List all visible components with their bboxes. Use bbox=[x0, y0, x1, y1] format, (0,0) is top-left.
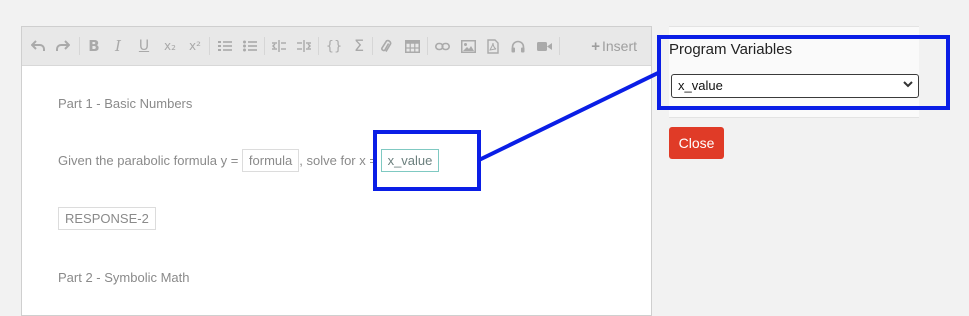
video-icon[interactable] bbox=[534, 36, 554, 56]
question-prefix: Given the parabolic formula y = bbox=[58, 153, 239, 168]
ordered-list-icon[interactable] bbox=[215, 36, 235, 56]
audio-icon[interactable] bbox=[508, 36, 528, 56]
part2-heading: Part 2 - Symbolic Math bbox=[58, 270, 190, 285]
insert-button[interactable]: + Insert bbox=[591, 38, 637, 55]
response-line: RESPONSE-2 bbox=[58, 207, 156, 230]
variable-select-value: x_value bbox=[678, 78, 723, 93]
close-button[interactable]: Close bbox=[669, 127, 724, 159]
variable-select[interactable]: x_value bbox=[671, 74, 919, 98]
italic-icon[interactable]: I bbox=[108, 36, 128, 56]
question-middle: , solve for x = bbox=[299, 153, 377, 168]
question-line: Given the parabolic formula y = formula,… bbox=[58, 149, 440, 172]
code-braces-icon[interactable]: {} bbox=[324, 36, 344, 56]
attachment-icon[interactable] bbox=[376, 36, 396, 56]
formula-variable-chip[interactable]: formula bbox=[241, 149, 300, 172]
insert-label: Insert bbox=[601, 38, 637, 54]
plus-icon: + bbox=[591, 38, 600, 55]
subscript-icon[interactable]: x₂ bbox=[160, 36, 180, 56]
toolbar-separator bbox=[264, 37, 265, 55]
underline-icon[interactable]: U bbox=[134, 36, 154, 56]
indent-right-icon[interactable] bbox=[294, 36, 314, 56]
redo-icon[interactable] bbox=[53, 36, 73, 56]
bold-icon[interactable]: B bbox=[84, 36, 104, 56]
bullet-list-icon[interactable] bbox=[240, 36, 260, 56]
link-icon[interactable] bbox=[432, 36, 452, 56]
chevron-down-icon bbox=[902, 78, 914, 93]
superscript-icon[interactable]: x² bbox=[185, 36, 205, 56]
undo-icon[interactable] bbox=[28, 36, 48, 56]
toolbar-separator bbox=[79, 37, 80, 55]
toolbar-separator bbox=[318, 37, 319, 55]
toolbar-separator bbox=[427, 37, 428, 55]
rich-text-editor[interactable]: B I U x₂ x² {} Σ + Insert Part 1 - Basic… bbox=[21, 26, 652, 316]
table-icon[interactable] bbox=[402, 36, 422, 56]
toolbar-separator bbox=[209, 37, 210, 55]
part1-heading: Part 1 - Basic Numbers bbox=[58, 96, 193, 111]
indent-left-icon[interactable] bbox=[269, 36, 289, 56]
image-icon[interactable] bbox=[458, 36, 478, 56]
panel-title: Program Variables bbox=[669, 41, 793, 58]
toolbar-separator bbox=[372, 37, 373, 55]
editor-toolbar: B I U x₂ x² {} Σ + Insert bbox=[22, 27, 651, 66]
toolbar-separator bbox=[559, 37, 560, 55]
x-value-variable-chip[interactable]: x_value bbox=[380, 149, 440, 172]
sigma-icon[interactable]: Σ bbox=[349, 36, 369, 56]
pdf-icon[interactable] bbox=[483, 36, 503, 56]
program-variables-panel: Program Variables x_value bbox=[669, 26, 919, 118]
response-chip[interactable]: RESPONSE-2 bbox=[58, 207, 156, 230]
